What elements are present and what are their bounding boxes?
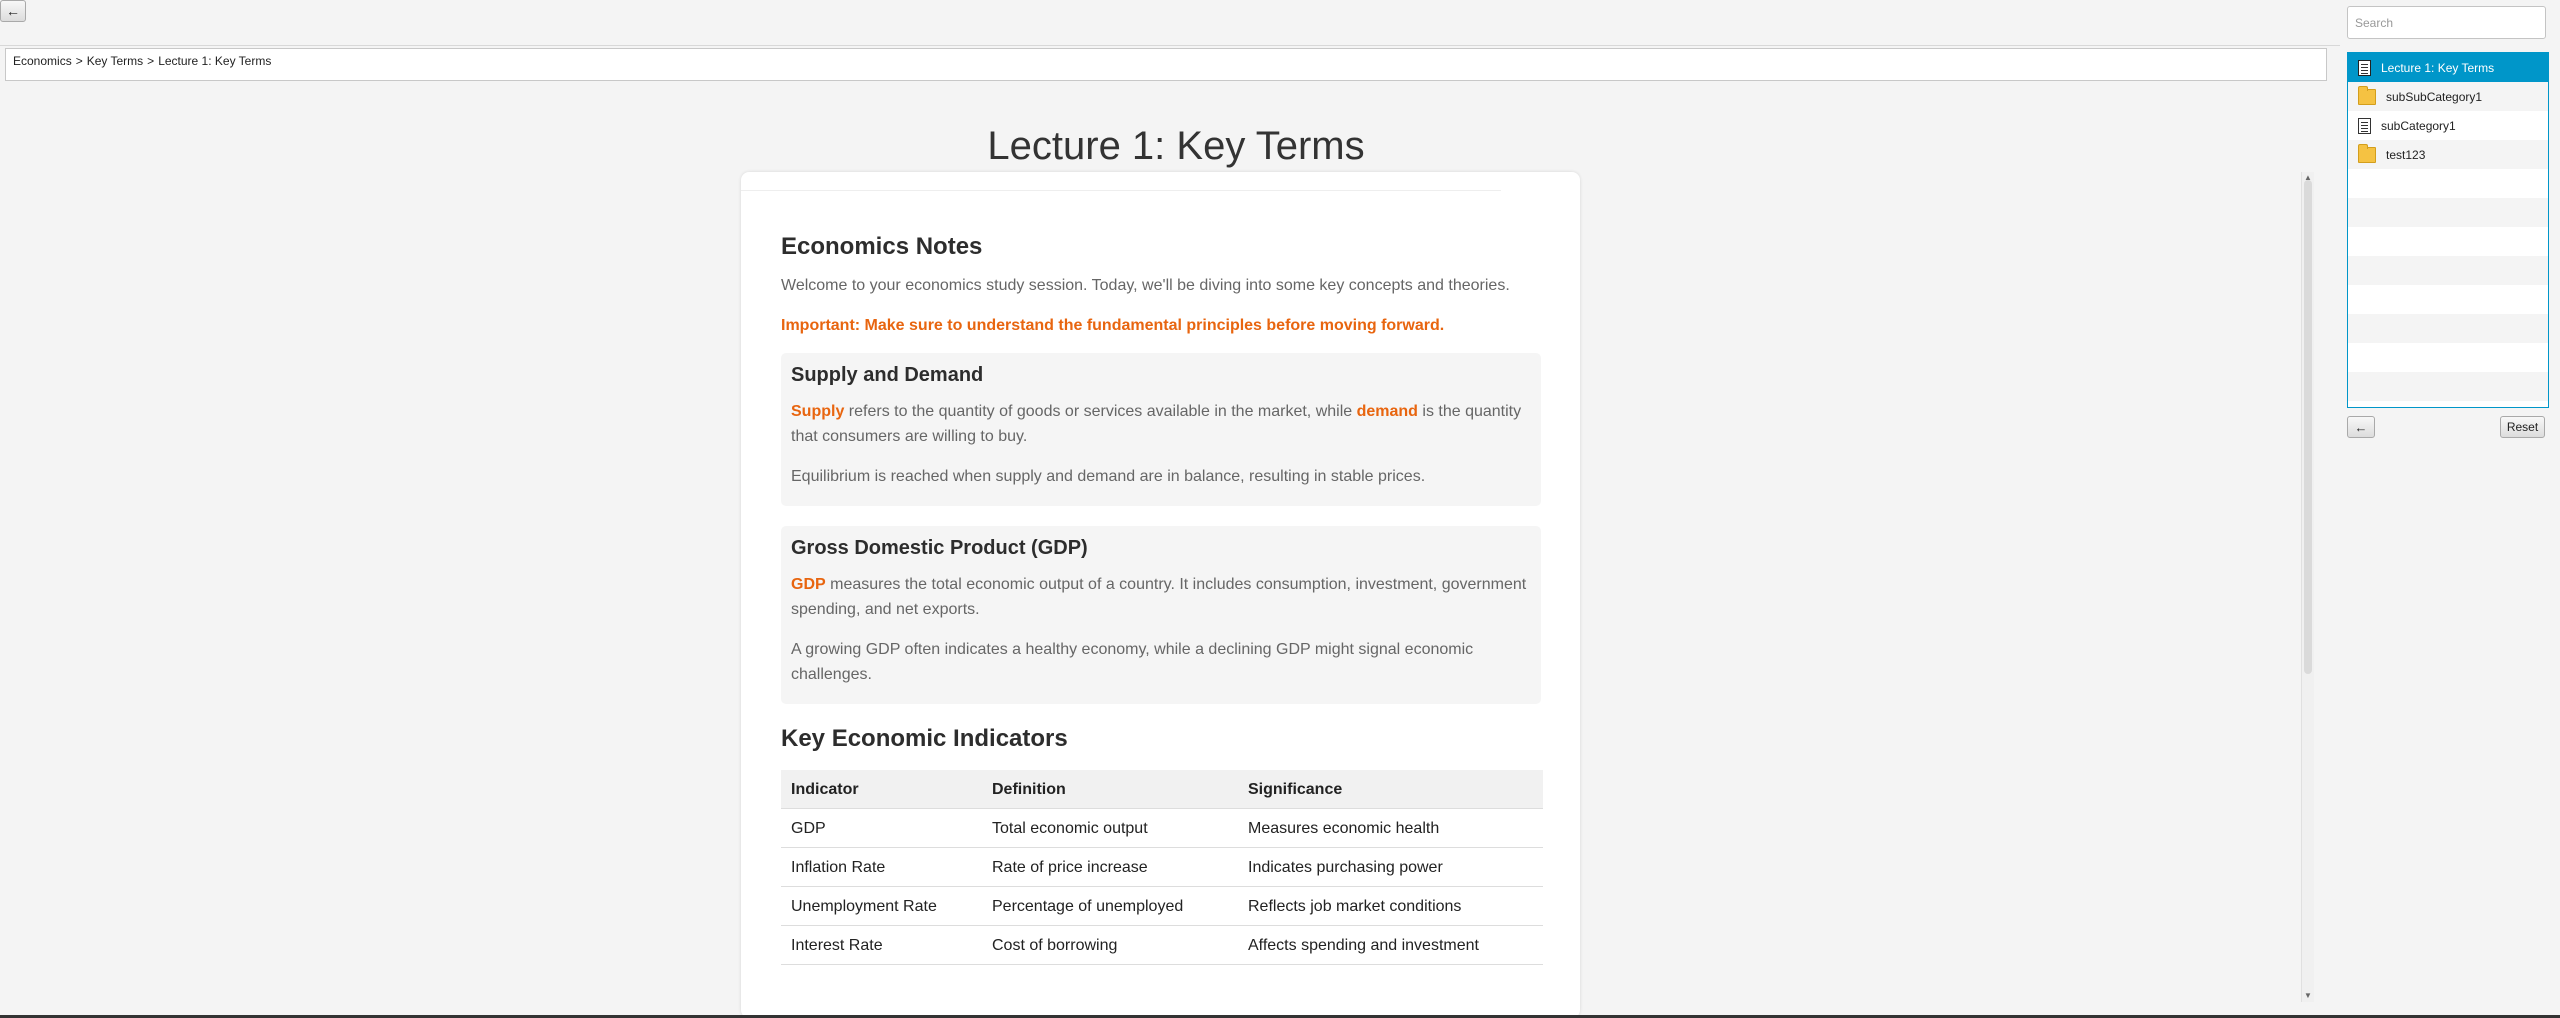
table-cell: Interest Rate xyxy=(781,925,982,965)
document-icon xyxy=(2358,59,2371,76)
table-cell: Affects spending and investment xyxy=(1238,925,1543,965)
table-cell: Measures economic health xyxy=(1238,808,1543,848)
tree-item-subsubcategory1[interactable]: subSubCategory1 xyxy=(2348,82,2548,111)
sidebar-back-button[interactable]: ← xyxy=(2347,416,2375,438)
supply-text: refers to the quantity of goods or servi… xyxy=(844,403,1357,420)
navigation-tree[interactable]: Lecture 1: Key Terms subSubCategory1 sub… xyxy=(2347,52,2549,408)
breadcrumb-item-key-terms[interactable]: Key Terms xyxy=(87,54,143,68)
tree-item-lecture-1[interactable]: Lecture 1: Key Terms xyxy=(2348,53,2548,82)
supply-term: Supply xyxy=(791,403,845,420)
toolbar-divider xyxy=(0,45,2340,46)
card-divider xyxy=(741,190,1501,191)
breadcrumb-separator: > xyxy=(147,54,155,68)
tree-item-label: test123 xyxy=(2386,147,2426,162)
tree-empty-row xyxy=(2348,343,2548,372)
table-header: Significance xyxy=(1238,770,1543,809)
supply-demand-heading: Supply and Demand xyxy=(791,364,984,386)
document-icon xyxy=(2358,117,2371,134)
table-cell: GDP xyxy=(781,808,982,848)
gdp-term: GDP xyxy=(791,576,826,593)
gdp-growth-paragraph: A growing GDP often indicates a healthy … xyxy=(791,641,1474,683)
breadcrumb-item-lecture[interactable]: Lecture 1: Key Terms xyxy=(158,54,271,68)
folder-icon xyxy=(2358,85,2376,105)
tree-item-label: subCategory1 xyxy=(2381,118,2456,133)
content-card: Economics Notes Welcome to your economic… xyxy=(741,172,1580,1018)
reset-button[interactable]: Reset xyxy=(2500,416,2545,438)
gdp-heading: Gross Domestic Product (GDP) xyxy=(791,537,1088,559)
tree-empty-row xyxy=(2348,372,2548,401)
tree-empty-row xyxy=(2348,314,2548,343)
table-cell: Inflation Rate xyxy=(781,847,982,887)
table-row: GDP Total economic output Measures econo… xyxy=(781,808,1543,848)
tree-empty-row xyxy=(2348,285,2548,314)
notes-content: Economics Notes Welcome to your economic… xyxy=(781,232,1543,965)
breadcrumb-item-economics[interactable]: Economics xyxy=(13,54,72,68)
breadcrumb: Economics > Key Terms > Lecture 1: Key Terms xyxy=(5,48,2327,81)
table-cell: Reflects job market conditions xyxy=(1238,886,1543,926)
notes-heading: Economics Notes xyxy=(781,233,983,260)
equilibrium-paragraph: Equilibrium is reached when supply and d… xyxy=(791,468,1426,485)
tree-item-label: Lecture 1: Key Terms xyxy=(2381,60,2495,75)
table-cell: Percentage of unemployed xyxy=(982,886,1238,926)
supply-demand-paragraph: Supply refers to the quantity of goods o… xyxy=(791,399,1531,449)
table-cell: Total economic output xyxy=(982,808,1238,848)
table-header-row: Indicator Definition Significance xyxy=(781,770,1543,809)
gdp-section: Gross Domestic Product (GDP) GDP measure… xyxy=(781,526,1541,704)
table-row: Inflation Rate Rate of price increase In… xyxy=(781,847,1543,887)
tree-empty-row xyxy=(2348,198,2548,227)
scrollbar-thumb[interactable] xyxy=(2304,180,2312,674)
tree-empty-row xyxy=(2348,256,2548,285)
breadcrumb-separator: > xyxy=(75,54,83,68)
tree-item-subcategory1[interactable]: subCategory1 xyxy=(2348,111,2548,140)
tree-item-test123[interactable]: test123 xyxy=(2348,140,2548,169)
left-arrow-icon: ← xyxy=(2354,419,2368,435)
supply-demand-section: Supply and Demand Supply refers to the q… xyxy=(781,353,1541,506)
table-cell: Cost of borrowing xyxy=(982,925,1238,965)
content-scrollbar[interactable]: ▲ ▼ xyxy=(2301,172,2314,1002)
table-header: Indicator xyxy=(781,770,982,809)
gdp-text: measures the total economic output of a … xyxy=(791,576,1527,618)
gdp-paragraph: GDP measures the total economic output o… xyxy=(791,572,1531,622)
demand-term: demand xyxy=(1356,403,1418,420)
table-header: Definition xyxy=(982,770,1238,809)
table-cell: Rate of price increase xyxy=(982,847,1238,887)
indicators-heading: Key Economic Indicators xyxy=(781,725,1068,752)
table-row: Unemployment Rate Percentage of unemploy… xyxy=(781,886,1543,926)
table-row: Interest Rate Cost of borrowing Affects … xyxy=(781,925,1543,965)
folder-icon xyxy=(2358,143,2376,163)
tree-empty-row xyxy=(2348,227,2548,256)
indicators-table: Indicator Definition Significance GDP To… xyxy=(781,770,1543,965)
table-cell: Indicates purchasing power xyxy=(1238,847,1543,887)
important-note: Important: Make sure to understand the f… xyxy=(781,317,1445,334)
search-input[interactable] xyxy=(2347,6,2546,39)
intro-text: Welcome to your economics study session.… xyxy=(781,277,1510,294)
left-arrow-icon: ← xyxy=(6,3,20,19)
scroll-down-icon[interactable]: ▼ xyxy=(2302,990,2314,1002)
tree-empty-row xyxy=(2348,169,2548,198)
table-cell: Unemployment Rate xyxy=(781,886,982,926)
back-button[interactable]: ← xyxy=(0,0,26,22)
page-title: Lecture 1: Key Terms xyxy=(987,124,1365,168)
tree-item-label: subSubCategory1 xyxy=(2386,89,2483,104)
